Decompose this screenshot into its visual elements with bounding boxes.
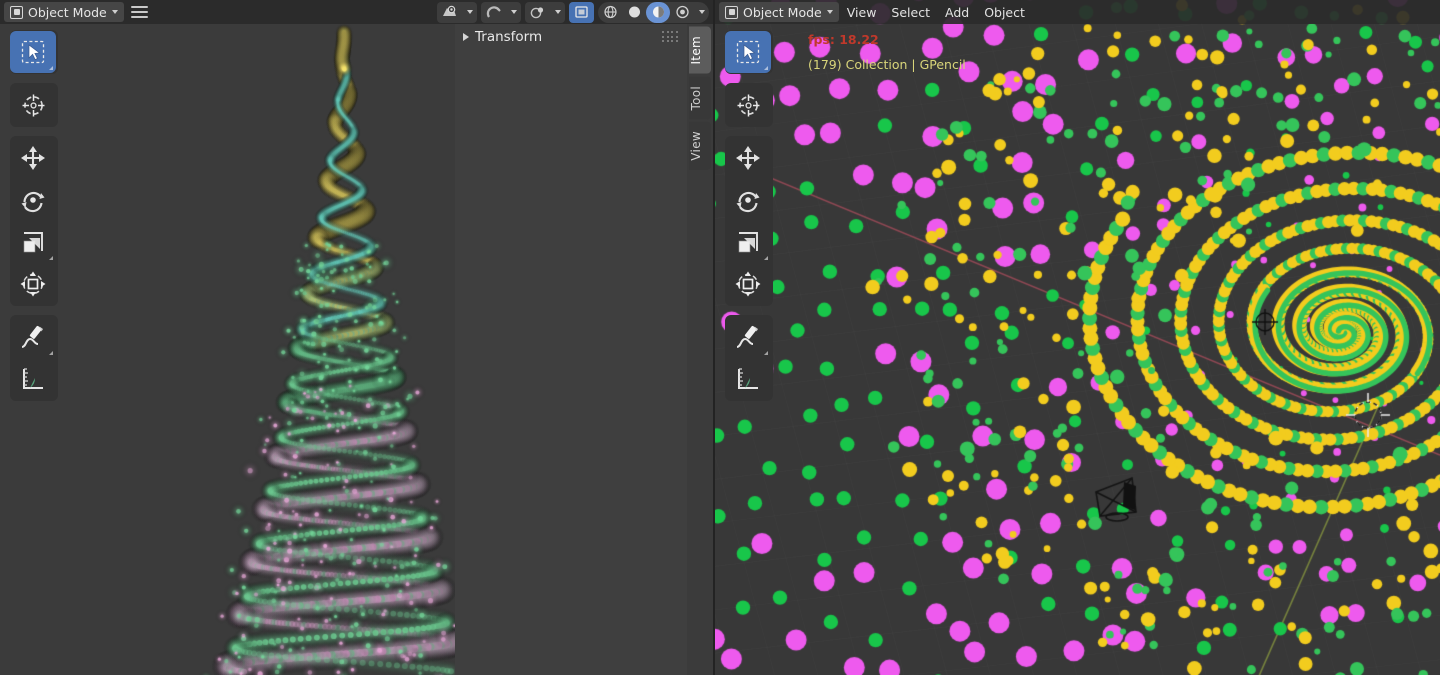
tool-annotate[interactable] (10, 316, 56, 358)
right-viewport-toolbar (725, 30, 773, 410)
tool-annotate[interactable] (725, 316, 771, 358)
transform-panel-title: Transform (475, 29, 542, 45)
tool-group-annotate (725, 315, 773, 401)
shading-solid[interactable] (622, 2, 646, 23)
visibility-group (437, 2, 477, 23)
visibility-icon[interactable] (437, 2, 462, 23)
chevron-right-icon (463, 33, 469, 41)
sidebar-tab-view[interactable]: View (689, 122, 711, 170)
proportional-edit-dropdown-chevron[interactable] (550, 2, 565, 23)
right-mode-selector[interactable]: Object Mode (719, 2, 839, 22)
snap-magnet-icon[interactable] (481, 2, 506, 23)
shading-rendered[interactable] (670, 2, 694, 23)
tool-cursor[interactable] (10, 84, 56, 126)
object-mode-icon (725, 6, 738, 19)
tool-cursor[interactable] (725, 84, 771, 126)
tool-group-annotate (10, 315, 58, 401)
shading-mode-group (598, 2, 709, 23)
left-sidebar-panel: Transform (455, 24, 687, 675)
tool-group-transform (10, 136, 58, 306)
chevron-down-icon (112, 10, 118, 14)
right-3d-viewport-pane: Object Mode View Select Add Object fps: … (715, 0, 1440, 675)
shading-wireframe[interactable] (598, 2, 622, 23)
tool-move[interactable] (10, 137, 56, 179)
menu-select[interactable]: Select (884, 2, 937, 22)
right-mode-label: Object Mode (743, 5, 822, 20)
object-mode-icon (10, 6, 23, 19)
menu-view[interactable]: View (840, 2, 884, 22)
sidebar-tab-tool[interactable]: Tool (689, 77, 711, 120)
tool-move[interactable] (725, 137, 771, 179)
tool-transform[interactable] (725, 263, 771, 305)
chevron-down-icon (827, 10, 833, 14)
snap-group (481, 2, 521, 23)
tool-group-cursor (10, 83, 58, 127)
sidebar-tab-item[interactable]: Item (689, 27, 711, 74)
left-mode-label: Object Mode (28, 5, 107, 20)
tool-group-cursor (725, 83, 773, 127)
left-viewport-header: Object Mode (0, 0, 715, 24)
tool-rotate[interactable] (10, 179, 56, 221)
tool-scale[interactable] (725, 221, 771, 263)
proportional-edit-icon[interactable] (525, 2, 550, 23)
sidebar-tab-strip: Item Tool View (687, 24, 715, 675)
left-mode-selector[interactable]: Object Mode (4, 2, 124, 22)
right-viewport-header: Object Mode View Select Add Object (715, 0, 1440, 24)
xray-group (569, 2, 594, 23)
shading-dropdown-chevron[interactable] (694, 2, 709, 23)
tool-measure[interactable] (725, 358, 771, 400)
left-header-tools (437, 2, 715, 23)
snap-dropdown-chevron[interactable] (506, 2, 521, 23)
panel-drag-grip[interactable] (662, 31, 679, 43)
shading-material[interactable] (646, 2, 670, 23)
tool-measure[interactable] (10, 358, 56, 400)
visibility-dropdown-chevron[interactable] (462, 2, 477, 23)
tool-group-select (10, 30, 58, 74)
transform-panel-header[interactable]: Transform (455, 24, 687, 50)
tool-scale[interactable] (10, 221, 56, 263)
blender-window: Object Mode Transform Item Tool View Obj… (0, 0, 1440, 675)
tool-transform[interactable] (10, 263, 56, 305)
menu-add[interactable]: Add (938, 2, 976, 22)
right-viewport-canvas[interactable] (715, 0, 1440, 675)
left-viewport-toolbar (10, 30, 58, 410)
tool-group-select (725, 30, 773, 74)
left-3d-viewport-pane: Object Mode Transform Item Tool View (0, 0, 715, 675)
hamburger-menu-icon[interactable] (131, 5, 148, 19)
xray-toggle-icon[interactable] (569, 2, 594, 23)
tool-group-transform (725, 136, 773, 306)
proportional-edit-group (525, 2, 565, 23)
tool-rotate[interactable] (725, 179, 771, 221)
pane-splitter[interactable] (713, 0, 715, 675)
tool-tweak-select-box[interactable] (725, 31, 771, 73)
menu-object[interactable]: Object (977, 2, 1032, 22)
tool-tweak-select-box[interactable] (10, 31, 56, 73)
